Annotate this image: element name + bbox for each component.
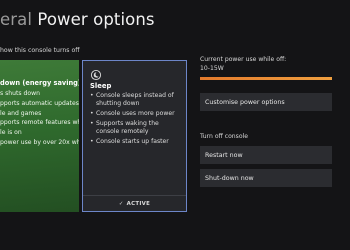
power-use-label: Current power use while off: <box>200 56 287 63</box>
feature-item: Console uses more power <box>90 110 179 118</box>
feature-item: s shuts down <box>0 90 40 97</box>
feature-item: Console starts up faster <box>90 138 179 146</box>
feature-item: pports remote features while <box>0 119 79 127</box>
customise-power-options-button[interactable]: Customise power options <box>200 93 332 111</box>
feature-item: Supports waking the console remotely <box>90 120 179 136</box>
page-title: eral Power options <box>0 10 155 29</box>
sleep-heading: Sleep <box>90 82 112 90</box>
turn-off-console-heading: Turn off console <box>200 133 249 140</box>
shutdown-now-button[interactable]: Shut-down now <box>200 169 332 187</box>
sleep-features: Console sleeps instead of shutting down … <box>90 92 179 146</box>
feature-item: le and games <box>0 109 42 117</box>
sleep-option[interactable]: Sleep Console sleeps instead of shutting… <box>82 60 187 212</box>
feature-item: power use by over 20x while <box>0 138 79 146</box>
restart-now-button[interactable]: Restart now <box>200 146 332 164</box>
power-use-bar <box>200 77 332 80</box>
energy-saving-features: s shuts down pports automatic updates of… <box>0 90 79 147</box>
power-actions-panel: Current power use while off: 10-15W Cust… <box>200 56 332 187</box>
power-mode-prompt: how this console turns off <box>0 47 80 54</box>
feature-item: le is on <box>0 129 22 137</box>
moon-icon <box>90 66 102 81</box>
feature-item: pports automatic updates of <box>0 99 79 107</box>
power-options-screen: eral Power options how this console turn… <box>0 0 350 250</box>
checkmark-icon: ✓ <box>118 200 124 207</box>
active-label: ACTIVE <box>126 200 151 207</box>
energy-saving-option[interactable]: down (energy saving) s shuts down pports… <box>0 60 79 212</box>
power-use-value: 10-15W <box>200 65 224 72</box>
breadcrumb-partial: eral <box>0 10 33 29</box>
active-indicator: ✓ ACTIVE <box>83 195 186 211</box>
energy-saving-heading: down (energy saving) <box>0 79 79 87</box>
page-title-text: Power options <box>37 10 155 29</box>
feature-item: Console sleeps instead of shutting down <box>90 92 179 108</box>
